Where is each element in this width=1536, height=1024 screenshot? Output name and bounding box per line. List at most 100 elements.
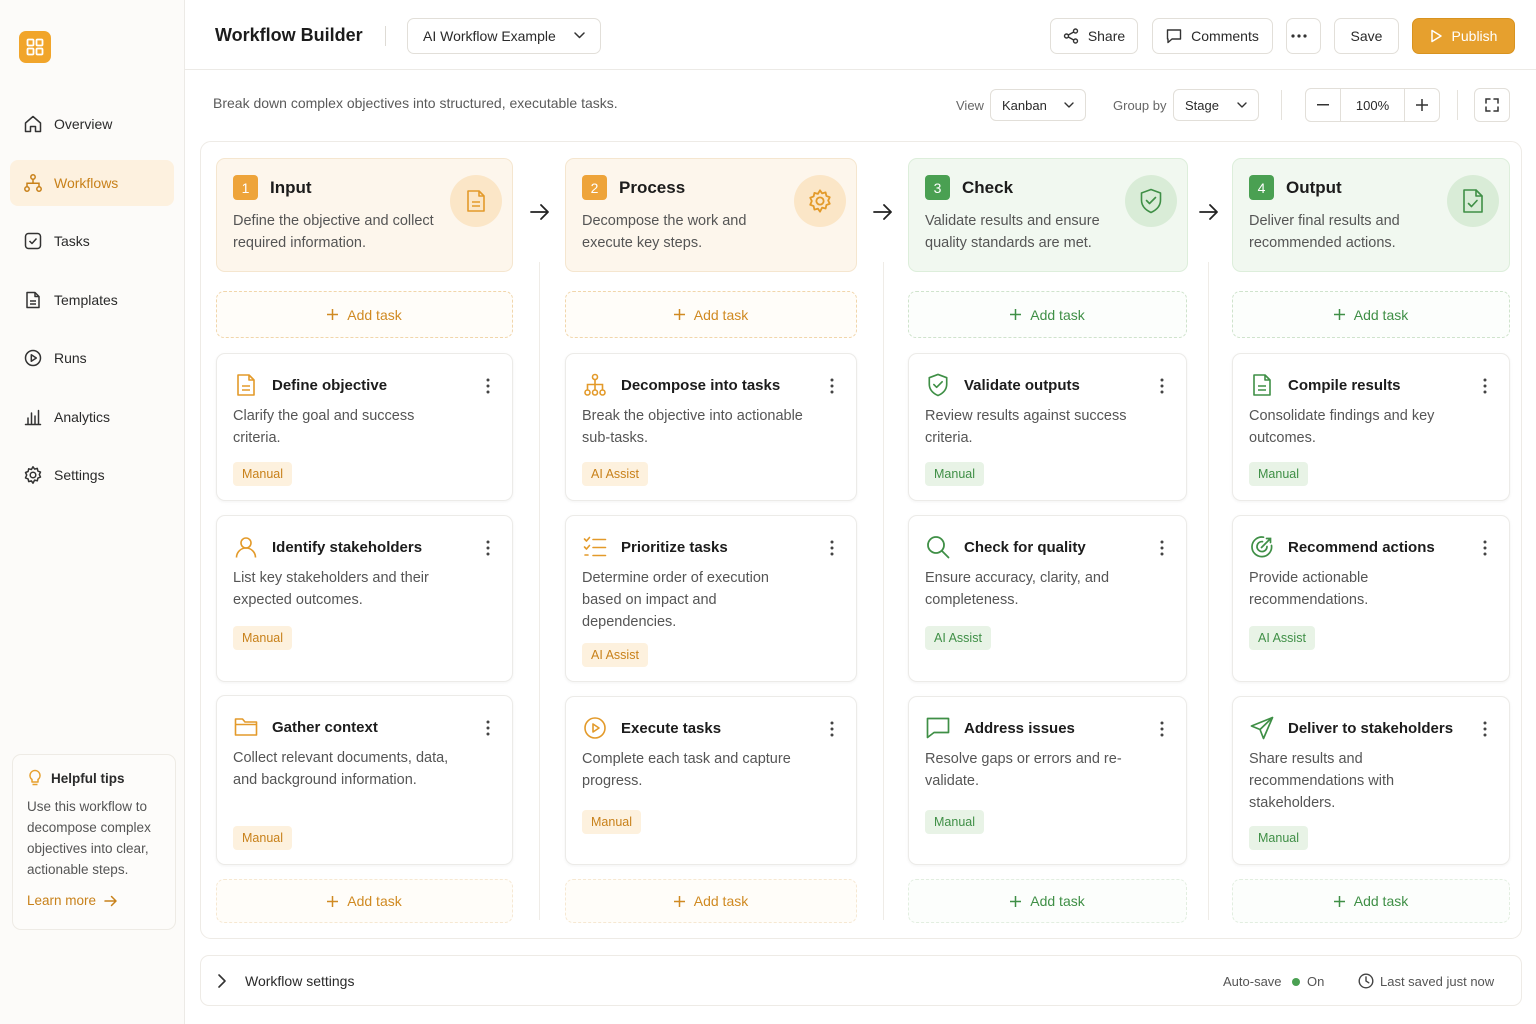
top-bar: Workflow Builder AI Workflow Example Sha… [185, 0, 1536, 70]
task-title: Validate outputs [964, 376, 1080, 394]
list-icon [582, 534, 608, 560]
task-description: Ensure accuracy, clarity, and completene… [925, 570, 1110, 608]
bar-chart-icon [22, 406, 44, 428]
group-by-select[interactable]: Stage [1173, 89, 1259, 121]
toolbar-divider [1457, 90, 1458, 120]
arrow-right-icon [530, 204, 549, 220]
document-check-icon [1447, 175, 1499, 227]
more-vertical-icon[interactable] [824, 374, 840, 398]
autosave-label: Auto-save [1223, 974, 1282, 989]
stage-title: Input [270, 177, 312, 197]
add-task-label: Add task [347, 306, 402, 323]
save-button[interactable]: Save [1334, 18, 1399, 54]
task-title: Deliver to stakeholders [1288, 719, 1454, 737]
task-card-compile-results[interactable]: Compile results Consolidate findings and… [1232, 353, 1510, 501]
more-vertical-icon[interactable] [1477, 717, 1493, 741]
autosave-toggle[interactable]: On [1307, 974, 1324, 989]
add-task-button-check-bottom[interactable]: Add task [908, 879, 1187, 923]
task-card-check-for-quality[interactable]: Check for quality Ensure accuracy, clari… [908, 515, 1187, 682]
zoom-in-button[interactable] [1405, 89, 1439, 121]
more-vertical-icon[interactable] [480, 536, 496, 560]
add-task-button-process-bottom[interactable]: Add task [565, 879, 857, 923]
helpful-tips-panel: Helpful tips Use this workflow to decomp… [12, 754, 176, 930]
plus-icon [1010, 895, 1022, 907]
add-task-button-input-bottom[interactable]: Add task [216, 879, 513, 923]
sidebar: Overview Workflows Tasks Templates Runs [0, 0, 185, 1024]
view-label: View [956, 98, 984, 113]
workflow-select[interactable]: AI Workflow Example [407, 18, 601, 54]
sidebar-item-runs[interactable]: Runs [10, 335, 174, 381]
add-task-button-input-top[interactable]: Add task [216, 291, 513, 338]
add-task-button-check-top[interactable]: Add task [908, 291, 1187, 338]
task-card-prioritize-tasks[interactable]: Prioritize tasks Determine order of exec… [565, 515, 857, 682]
sidebar-item-label: Runs [54, 350, 87, 366]
task-type-badge: Manual [233, 626, 292, 650]
view-select[interactable]: Kanban [990, 89, 1086, 121]
more-vertical-icon[interactable] [1154, 717, 1170, 741]
task-card-define-objective[interactable]: Define objective Clarify the goal and su… [216, 353, 513, 501]
more-options-button[interactable] [1286, 18, 1321, 54]
more-vertical-icon[interactable] [824, 717, 840, 741]
learn-more-link[interactable]: Learn more [27, 893, 161, 908]
comments-button[interactable]: Comments [1152, 18, 1273, 54]
more-vertical-icon[interactable] [480, 716, 496, 740]
more-vertical-icon[interactable] [1477, 374, 1493, 398]
gear-icon [794, 175, 846, 227]
more-vertical-icon[interactable] [824, 536, 840, 560]
toolbar-divider [1281, 90, 1282, 120]
task-description: Resolve gaps or errors and re-validate. [925, 751, 1122, 789]
group-by-select-value: Stage [1185, 97, 1219, 113]
more-vertical-icon[interactable] [480, 374, 496, 398]
more-vertical-icon[interactable] [1154, 536, 1170, 560]
task-card-address-issues[interactable]: Address issues Resolve gaps or errors an… [908, 696, 1187, 865]
sidebar-item-overview[interactable]: Overview [10, 101, 174, 147]
task-card-execute-tasks[interactable]: Execute tasks Complete each task and cap… [565, 696, 857, 865]
folder-icon [233, 714, 259, 740]
play-circle-icon [582, 715, 608, 741]
app-logo[interactable] [19, 31, 51, 63]
task-card-recommend-actions[interactable]: Recommend actions Provide actionable rec… [1232, 515, 1510, 682]
sidebar-item-label: Templates [54, 291, 118, 308]
document-icon [233, 372, 259, 398]
task-title: Compile results [1288, 376, 1401, 394]
tips-title: Helpful tips [51, 770, 125, 786]
add-task-button-process-top[interactable]: Add task [565, 291, 857, 338]
add-task-button-output-top[interactable]: Add task [1232, 291, 1510, 338]
task-title: Decompose into tasks [621, 376, 781, 394]
task-title: Check for quality [964, 538, 1086, 556]
sidebar-item-analytics[interactable]: Analytics [10, 394, 174, 440]
task-card-identify-stakeholders[interactable]: Identify stakeholders List key stakehold… [216, 515, 513, 682]
task-card-gather-context[interactable]: Gather context Collect relevant document… [216, 695, 513, 865]
task-type-badge: Manual [233, 462, 292, 486]
add-task-label: Add task [1353, 306, 1409, 323]
sidebar-item-workflows[interactable]: Workflows [10, 159, 174, 206]
task-description: Clarify the goal and success criteria. [233, 408, 415, 446]
task-description: Provide actionable recommendations. [1249, 570, 1369, 608]
sidebar-item-tasks[interactable]: Tasks [10, 218, 174, 264]
sidebar-item-templates[interactable]: Templates [10, 277, 174, 323]
sidebar-item-settings[interactable]: Settings [10, 452, 174, 498]
more-vertical-icon[interactable] [1477, 536, 1493, 560]
fullscreen-button[interactable] [1474, 88, 1510, 122]
stage-description: Decompose the work and execute key steps… [582, 213, 747, 251]
stage-number: 3 [925, 175, 950, 200]
task-card-decompose-into-tasks[interactable]: Decompose into tasks Break the objective… [565, 353, 857, 501]
share-button[interactable]: Share [1050, 18, 1138, 54]
plus-icon [1333, 309, 1345, 320]
task-type-badge: Manual [925, 810, 984, 834]
publish-button[interactable]: Publish [1412, 18, 1515, 54]
checkbox-icon [22, 230, 44, 252]
stage-title: Check [962, 177, 1014, 197]
task-description: Break the objective into actionable sub-… [582, 408, 803, 446]
title-divider [385, 26, 386, 46]
add-task-label: Add task [693, 306, 749, 323]
task-description: Complete each task and capture progress. [582, 751, 791, 789]
workflow-settings-toggle[interactable]: Workflow settings [245, 973, 354, 989]
zoom-out-button[interactable] [1306, 89, 1340, 121]
add-task-button-output-bottom[interactable]: Add task [1232, 879, 1510, 923]
task-card-deliver-to-stakeholders[interactable]: Deliver to stakeholders Share results an… [1232, 696, 1510, 865]
stage-header-output: 4 Output Deliver final results and recomm… [1232, 158, 1510, 272]
more-vertical-icon[interactable] [1154, 374, 1170, 398]
chevron-right-icon[interactable] [217, 973, 227, 989]
task-card-validate-outputs[interactable]: Validate outputs Review results against … [908, 353, 1187, 501]
